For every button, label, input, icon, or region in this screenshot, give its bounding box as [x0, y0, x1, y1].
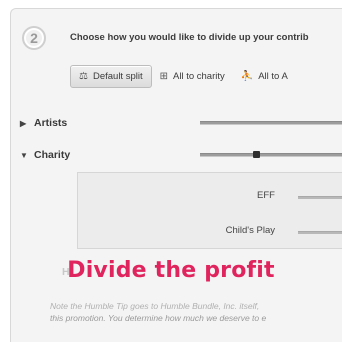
tab-default-split[interactable]: ⚖ Default split [70, 65, 152, 88]
step-title: Choose how you would like to divide up y… [70, 32, 309, 43]
person-icon: ⛹ [240, 71, 254, 82]
tab-label: Default split [92, 71, 143, 82]
split-preset-tabs: ⚖ Default split ⊞ All to charity ⛹ All t… [70, 65, 296, 88]
collapsed-triangle-icon: ▶ [20, 118, 27, 128]
charity-label-eff: EFF [257, 190, 275, 201]
tab-label: All to A [258, 71, 288, 82]
tab-all-to-charity[interactable]: ⊞ All to charity [152, 65, 233, 88]
tab-label: All to charity [173, 71, 225, 82]
step-number-badge: 2 [22, 26, 46, 50]
row-label-artists: Artists [34, 117, 68, 129]
caption-overlay: Divide the profit [67, 258, 275, 283]
charity-slider-track[interactable] [200, 153, 342, 157]
row-artists[interactable]: ▶ Artists [20, 115, 67, 131]
childs-play-slider-track[interactable] [298, 231, 342, 234]
note-line-2: this promotion. You determine how much w… [50, 313, 267, 323]
charity-breakdown [77, 172, 342, 249]
row-label-charity: Charity [34, 149, 71, 161]
tab-all-to-artists[interactable]: ⛹ All to A [233, 65, 296, 88]
expanded-triangle-icon: ▼ [20, 150, 28, 160]
row-charity[interactable]: ▼ Charity [20, 147, 70, 163]
charity-slider-handle[interactable] [253, 151, 260, 158]
charity-label-childs-play: Child's Play [225, 225, 275, 236]
eff-slider-track[interactable] [298, 196, 342, 199]
grid-icon: ⊞ [159, 71, 168, 82]
artists-slider-track[interactable] [200, 121, 342, 125]
scale-icon: ⚖ [79, 71, 88, 82]
